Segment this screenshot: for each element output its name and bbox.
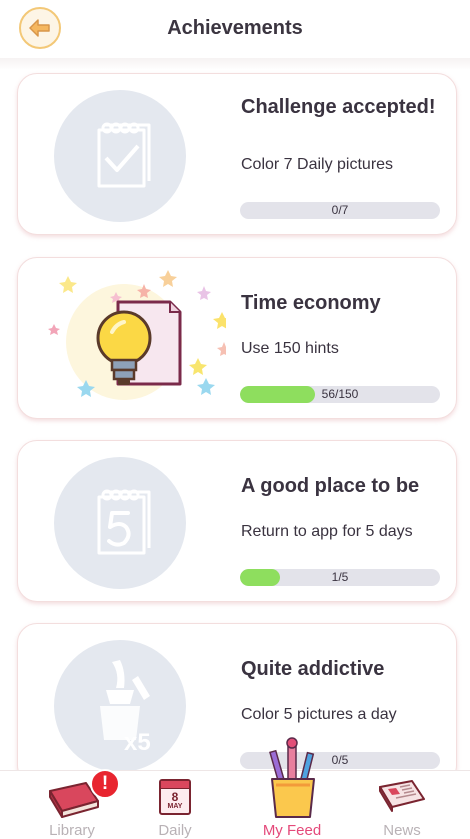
calendar-month: MAY bbox=[167, 803, 183, 810]
progress-text: 1/5 bbox=[331, 570, 349, 584]
achievement-title: A good place to be bbox=[241, 475, 420, 497]
achievement-description: Color 7 Daily pictures bbox=[241, 156, 394, 173]
app-header: Achievements bbox=[0, 0, 470, 58]
lightbulb-icon bbox=[48, 270, 226, 400]
nav-item-library[interactable]: ! Library bbox=[30, 769, 120, 839]
alert-badge: ! bbox=[90, 769, 120, 799]
achievement-progress-bar: 0/7 bbox=[240, 202, 440, 219]
nav-label: Library bbox=[49, 822, 95, 839]
nav-item-daily[interactable]: 8 MAY Daily bbox=[140, 771, 210, 839]
achievement-title: Quite addictive bbox=[241, 658, 385, 680]
calendar-icon: 8 MAY bbox=[159, 779, 191, 815]
achievement-description: Return to app for 5 days bbox=[241, 523, 413, 540]
achievement-progress-bar: 56/150 bbox=[240, 386, 440, 403]
achievement-description: Color 5 pictures a day bbox=[241, 706, 397, 723]
nav-label: News bbox=[383, 822, 421, 839]
paintbrush-jar-x5-icon: x5 bbox=[54, 640, 186, 770]
achievement-title: Time economy bbox=[241, 292, 381, 314]
achievement-description: Use 150 hints bbox=[241, 340, 339, 357]
nav-item-news[interactable]: News bbox=[366, 771, 438, 839]
calendar-day: 8 bbox=[171, 790, 179, 804]
achievement-progress-bar: 1/5 bbox=[240, 569, 440, 586]
calendar-check-icon bbox=[54, 90, 186, 222]
achievement-card[interactable]: Challenge accepted! Color 7 Daily pictur… bbox=[17, 73, 457, 235]
bottom-navigation: ! Library 8 MAY Daily My Feed News bbox=[0, 737, 470, 839]
achievement-card[interactable]: A good place to be Return to app for 5 d… bbox=[17, 440, 457, 602]
achievement-title: Challenge accepted! bbox=[241, 96, 436, 118]
calendar-five-icon bbox=[54, 457, 186, 589]
progress-text: 56/150 bbox=[321, 387, 359, 401]
svg-text:x5: x5 bbox=[124, 729, 151, 756]
achievements-list[interactable]: Challenge accepted! Color 7 Daily pictur… bbox=[0, 58, 470, 770]
achievement-card[interactable]: Time economy Use 150 hints 56/150 bbox=[17, 257, 457, 419]
achievement-card[interactable]: x5 Quite addictive Color 5 pictures a da… bbox=[17, 623, 457, 770]
pencil-cup-icon bbox=[269, 737, 315, 818]
page-title: Achievements bbox=[167, 17, 303, 39]
progress-text: 0/7 bbox=[331, 203, 349, 217]
nav-label: My Feed bbox=[262, 822, 322, 839]
nav-item-my-feed[interactable]: My Feed bbox=[250, 737, 334, 839]
newspaper-icon bbox=[379, 780, 425, 812]
nav-label: Daily bbox=[158, 822, 192, 839]
